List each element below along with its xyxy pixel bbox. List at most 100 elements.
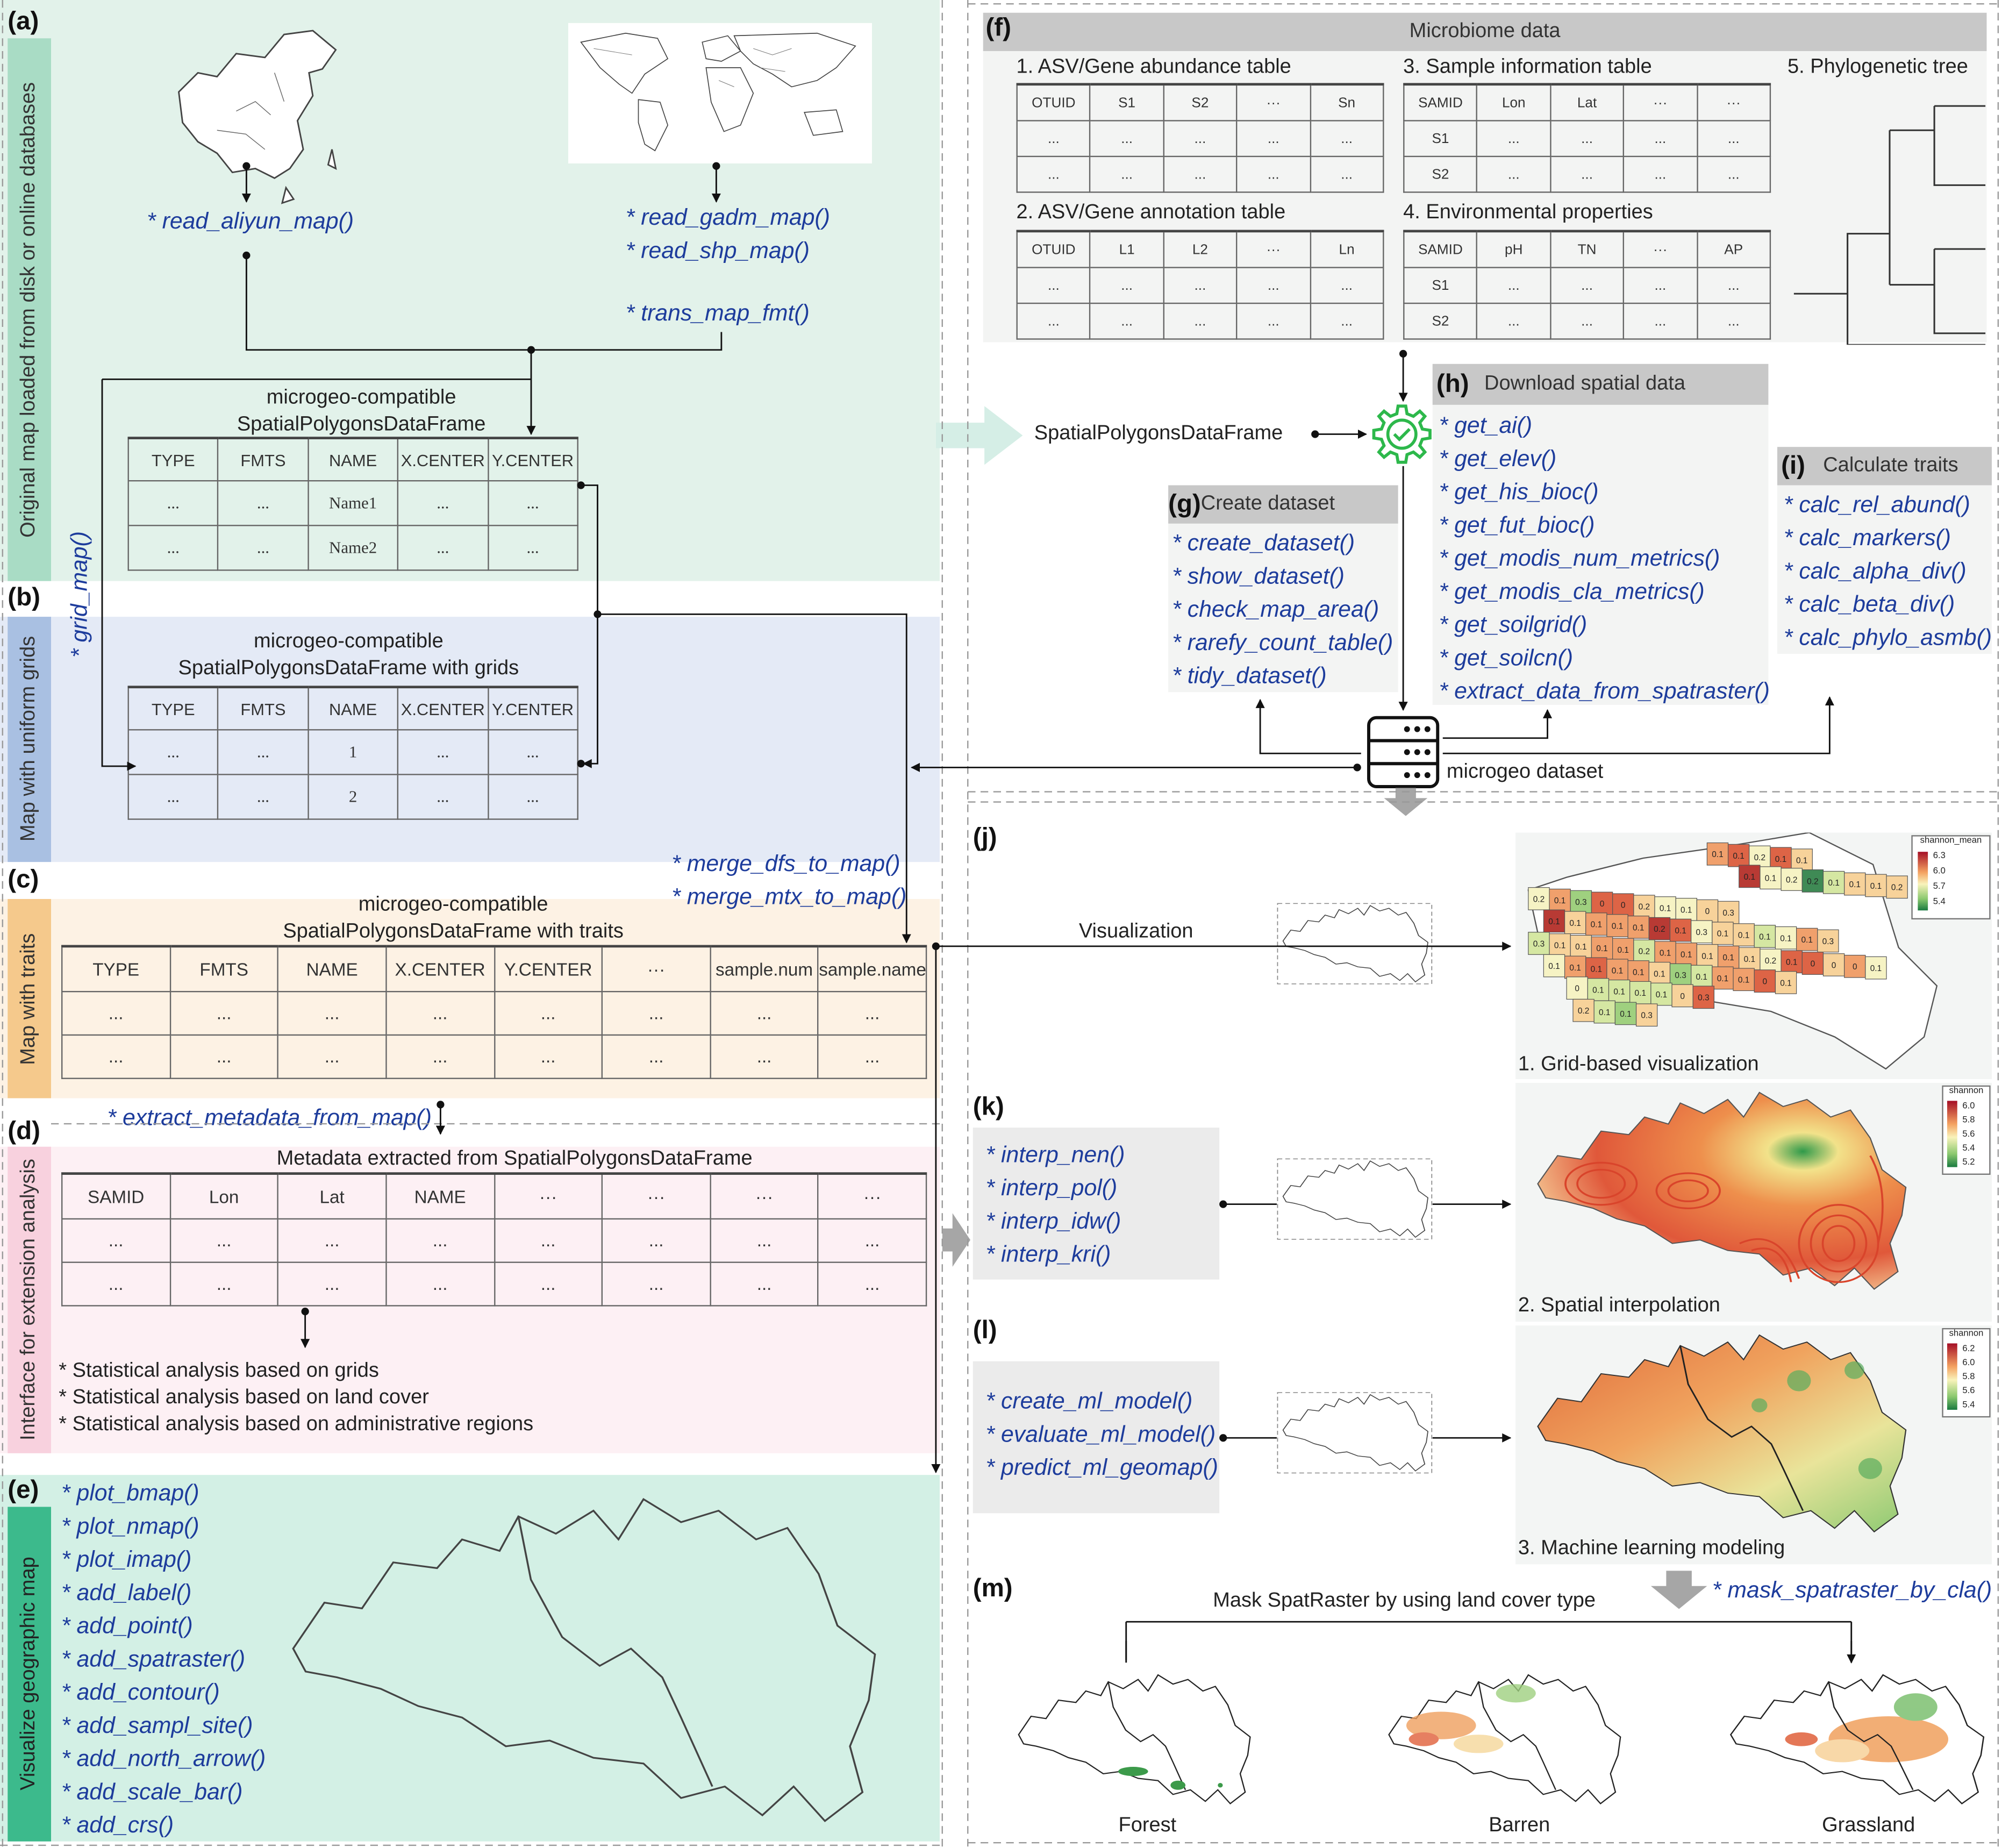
grid-cell-label: 0.1 <box>1738 976 1749 985</box>
table-d-title: Metadata extracted from SpatialPolygonsD… <box>276 1148 753 1170</box>
function-item: * add_scale_bar() <box>61 1779 243 1804</box>
table-row: ............... <box>1016 267 1384 304</box>
grid-cell-label: 0.1 <box>1722 953 1734 962</box>
table-cell: ... <box>1696 120 1771 158</box>
table-cell: Y.CENTER <box>487 686 578 731</box>
ml-legend-title: shannon <box>1949 1329 1984 1338</box>
table-cell: TYPE <box>127 686 219 731</box>
database-server-icon <box>1367 716 1440 788</box>
ml-fns: * create_ml_model() * evaluate_ml_model()… <box>986 1385 1218 1484</box>
table-cell: ... <box>385 1034 495 1079</box>
grid-cell-label: 0.1 <box>1801 936 1812 945</box>
grid-cell-label: 0.2 <box>1639 947 1650 957</box>
big-right-arrow <box>935 406 1023 465</box>
interp-legend: shannon 6.0 5.8 5.6 5.4 5.2 <box>1942 1085 1991 1175</box>
table-cell: L2 <box>1163 230 1238 269</box>
table-cell: ... <box>1476 120 1551 158</box>
function-item: * tidy_dataset() <box>1172 662 1327 689</box>
table-cell: ... <box>1016 120 1091 158</box>
panel-d-strip: Interface for extension analysis <box>8 1146 51 1453</box>
grid-cell-label: 0.1 <box>1675 926 1686 936</box>
table-cell: ... <box>487 729 578 775</box>
panel-g-header: (g) Create dataset <box>1168 485 1398 524</box>
grid-cell-label: 0.2 <box>1654 925 1665 934</box>
table-cell: ... <box>1476 156 1551 193</box>
function-item: * get_elev() <box>1439 445 1557 472</box>
table-cell: ... <box>601 1034 711 1079</box>
function-item: * get_ai() <box>1439 412 1533 438</box>
function-item: * add_label() <box>61 1579 192 1606</box>
grid-cell-label: 0 <box>1811 960 1815 969</box>
table-row: ............... <box>1016 156 1384 193</box>
down-arrow-dataset <box>1384 788 1428 816</box>
download-fns: * get_ai() * get_elev() * get_his_bioc() * … <box>1439 409 1770 708</box>
panel-e-label: (e) <box>8 1476 39 1504</box>
grid-cell-label: 0.1 <box>1569 919 1581 928</box>
table-cell: ... <box>601 1261 711 1307</box>
panel-m-label: (m) <box>973 1574 1013 1603</box>
env-properties-table: SAMID pH TN ··· AP S1............ S2..........… <box>1403 230 1771 340</box>
table-cell: ... <box>1089 156 1164 193</box>
barren-label: Barren <box>1489 1814 1550 1837</box>
grid-map-fn: * grid_map() <box>66 531 92 658</box>
table-cell: ... <box>709 1217 819 1263</box>
table-row: S2............ <box>1403 303 1771 340</box>
grid-cell-label: 0 <box>1680 992 1685 1001</box>
plateau-outline-map <box>268 1488 894 1832</box>
panel-d-label: (d) <box>8 1117 40 1146</box>
panel-e-strip-label: Visualize geographic map <box>18 1557 40 1791</box>
table-cell: pH <box>1476 230 1551 269</box>
table-cell: ... <box>1549 267 1625 304</box>
grid-cell-label: 0.1 <box>1596 944 1607 953</box>
grid-cell-label: 0.2 <box>1807 877 1818 886</box>
table-cell: ... <box>277 990 387 1036</box>
panel-c-strip: Map with traits <box>8 899 51 1098</box>
function-item: * read_gadm_map() <box>625 204 830 230</box>
table-cell: NAME <box>307 686 399 731</box>
grid-cell-label: 0.2 <box>1533 895 1545 904</box>
function-item: * add_crs() <box>61 1812 174 1838</box>
small-map-l <box>1277 1392 1433 1474</box>
table-cell: TYPE <box>61 945 171 992</box>
grid-cell-label: 0 <box>1705 907 1710 916</box>
grid-cell-label: 0.1 <box>1548 917 1560 926</box>
table-cell: ... <box>169 990 279 1036</box>
interp-map-panel: shannon 6.0 5.8 5.6 5.4 5.2 2. Spatial inter… <box>1515 1083 1992 1322</box>
table-cell: ... <box>709 1261 819 1307</box>
grid-cell-label: 0.1 <box>1633 923 1644 932</box>
grid-cell-label: 0.1 <box>1775 855 1786 864</box>
grid-cell-label: 0.1 <box>1660 904 1671 913</box>
panel-g-title: Create dataset <box>1200 493 1335 515</box>
table-row: S2............ <box>1403 156 1771 193</box>
table-cell: ... <box>169 1034 279 1079</box>
grid-cell-label: 0.1 <box>1575 943 1586 952</box>
table-cell: OTUID <box>1016 230 1091 269</box>
table-cell: ... <box>217 774 309 820</box>
grid-cell-label: 0.1 <box>1569 964 1581 973</box>
table-header-row: SAMID Lon Lat ··· ··· <box>1403 83 1771 122</box>
forest-label: Forest <box>1118 1814 1177 1837</box>
grid-cell-label: 0.2 <box>1578 1007 1589 1016</box>
table-cell: Lon <box>169 1172 279 1219</box>
table-cell: ... <box>1476 267 1551 304</box>
grid-cell-label: 0 <box>1763 977 1768 987</box>
table-cell: ··· <box>1236 230 1311 269</box>
table-cell: ... <box>397 729 489 775</box>
table-cell: ··· <box>1623 230 1698 269</box>
table-cell: ... <box>169 1217 279 1263</box>
table-cell: ... <box>397 774 489 820</box>
table-cell: ... <box>1696 156 1771 193</box>
table-cell: FMTS <box>217 686 309 731</box>
table-cell: Lon <box>1476 83 1551 122</box>
legend-tick: 5.8 <box>1962 1116 1975 1125</box>
table-cell: ... <box>397 525 489 571</box>
legend-tick: 6.3 <box>1933 852 1946 861</box>
table-header-row: SAMID pH TN ··· AP <box>1403 230 1771 269</box>
table-cell: ... <box>1623 120 1698 158</box>
table-cell: ... <box>169 1261 279 1307</box>
panel-f-header: Microbiome data <box>983 12 1987 51</box>
ml-legend: shannon 6.2 6.0 5.8 5.6 5.4 <box>1942 1328 1991 1418</box>
table-cell: 1 <box>307 729 399 775</box>
table-cell: ... <box>817 1217 927 1263</box>
panel-i-title: Calculate traits <box>1823 454 1958 476</box>
